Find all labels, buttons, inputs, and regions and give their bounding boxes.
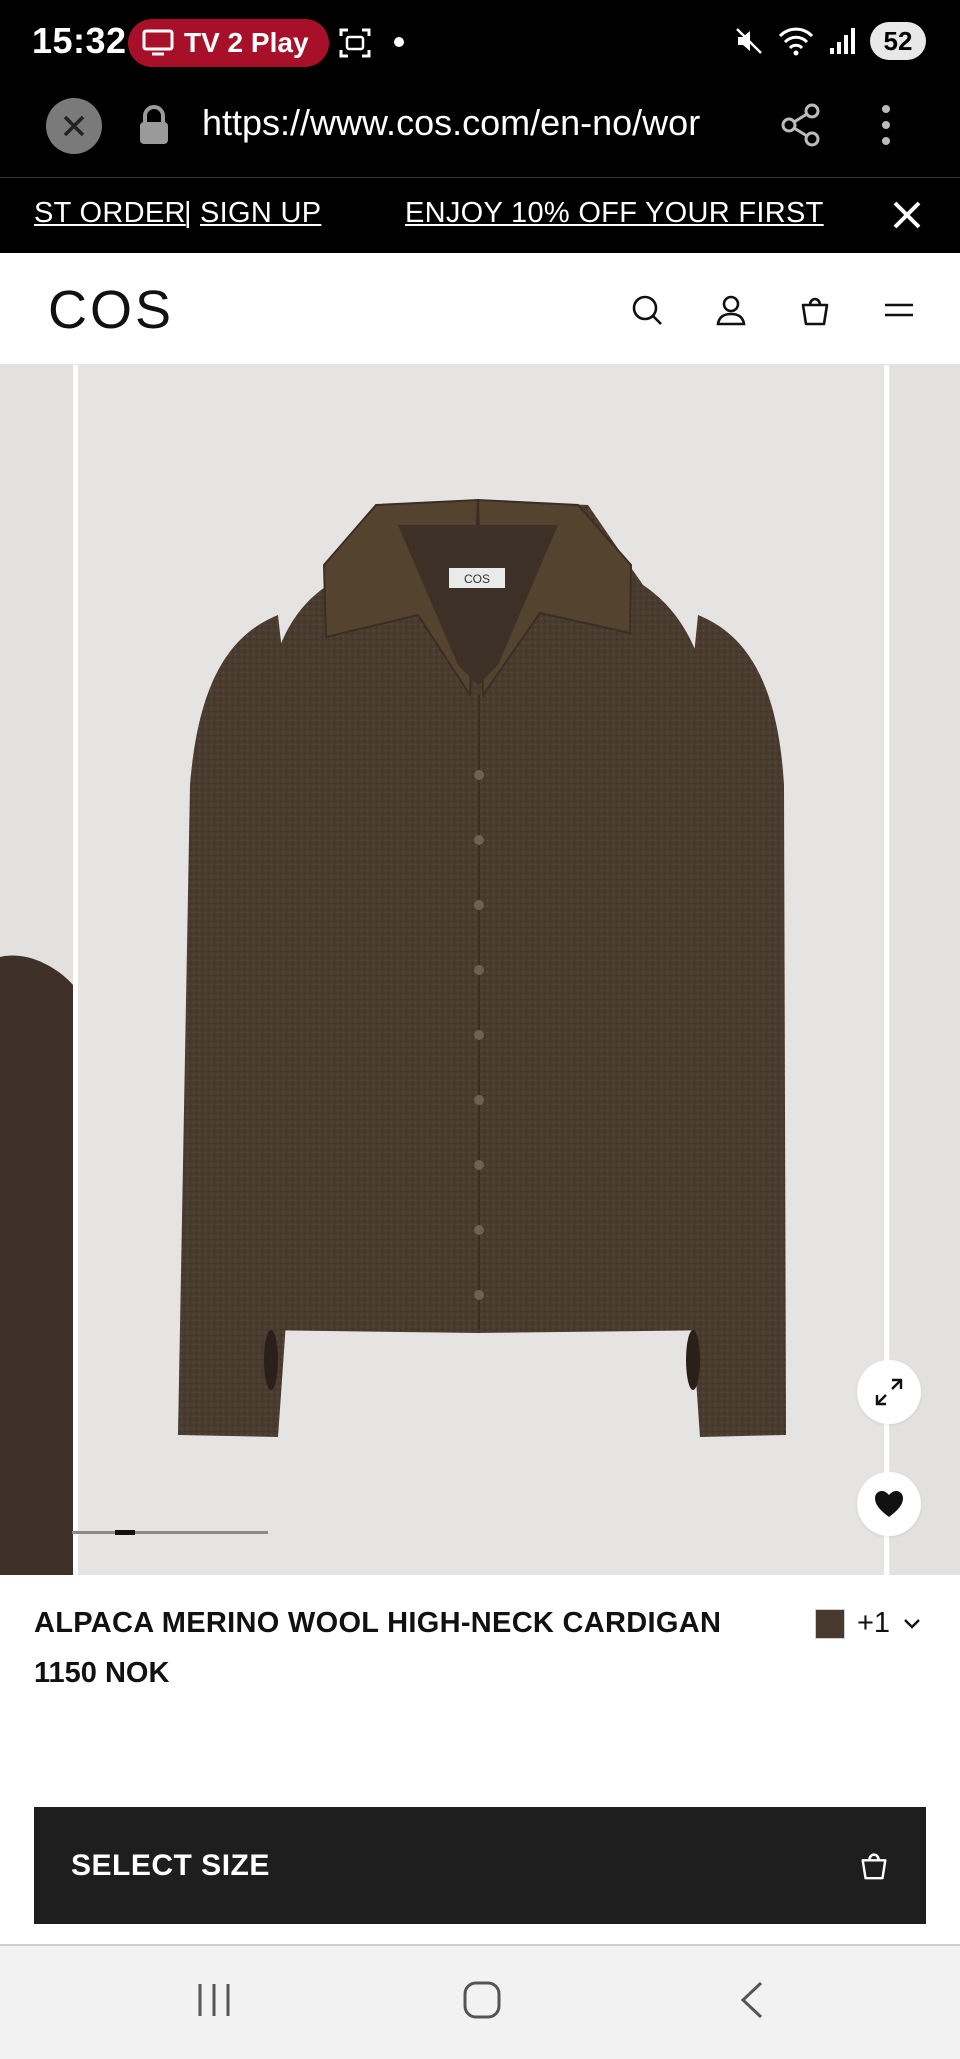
bag-icon[interactable] [798, 293, 832, 327]
chevron-down-icon[interactable] [902, 1617, 922, 1631]
wifi-icon [778, 27, 814, 56]
product-info: ALPACA MERINO WOOL HIGH-NECK CARDIGAN 11… [0, 1575, 960, 1775]
close-tab-button[interactable] [46, 98, 102, 154]
lock-icon[interactable] [136, 104, 172, 148]
gallery-progress-fill [115, 1530, 135, 1535]
previous-product-image [0, 955, 73, 1575]
status-time: 15:32 [32, 20, 127, 61]
promo-offer-link[interactable]: ENJOY 10% OFF YOUR FIRST [405, 197, 824, 230]
tv-icon [142, 29, 174, 56]
close-promo-icon[interactable] [890, 198, 924, 232]
mute-icon [736, 28, 762, 54]
select-size-button[interactable]: SELECT SIZE [34, 1807, 926, 1924]
promo-banner: ST ORDER | SIGN UP ENJOY 10% OFF YOUR FI… [0, 178, 960, 253]
recent-apps-icon[interactable] [194, 1980, 234, 2020]
product-name: ALPACA MERINO WOOL HIGH-NECK CARDIGAN [34, 1607, 722, 1639]
close-icon [63, 115, 85, 137]
previous-slide[interactable] [0, 365, 73, 1575]
color-swatch[interactable] [815, 1608, 845, 1639]
android-nav-bar [0, 1946, 960, 2059]
expand-image-button[interactable] [857, 1360, 921, 1424]
site-header: COS [0, 253, 960, 365]
color-selector[interactable]: +1 [815, 1607, 922, 1640]
add-to-bag-icon [861, 1853, 887, 1880]
promo-separator: | [184, 197, 192, 229]
url-text[interactable]: https://www.cos.com/en-no/wor [202, 102, 750, 144]
menu-icon[interactable] [882, 293, 916, 327]
wishlist-button[interactable] [857, 1472, 921, 1536]
account-icon[interactable] [714, 293, 748, 327]
main-slide[interactable]: COS [78, 365, 884, 1575]
promo-sign-up-link[interactable]: SIGN UP [200, 197, 321, 230]
product-price: 1150 NOK [34, 1657, 170, 1689]
status-bar: 15:32 TV 2 Play 52 [0, 0, 960, 82]
notification-dot [394, 37, 404, 47]
select-size-label: SELECT SIZE [71, 1849, 270, 1882]
more-vert-icon[interactable] [876, 102, 896, 148]
signal-icon [830, 28, 855, 54]
search-icon[interactable] [630, 293, 664, 327]
home-icon[interactable] [462, 1980, 502, 2020]
heart-icon [875, 1491, 903, 1517]
browser-url-bar: https://www.cos.com/en-no/wor [0, 82, 960, 178]
page-bottom-strip [0, 1924, 960, 1946]
cos-logo[interactable]: COS [48, 279, 174, 341]
gallery-progress-bar [72, 1530, 268, 1535]
back-icon[interactable] [735, 1980, 771, 2020]
tv-pill-label: TV 2 Play [184, 27, 309, 58]
expand-icon [875, 1378, 903, 1406]
battery-indicator: 52 [870, 22, 926, 60]
extra-colors-count: +1 [857, 1607, 891, 1639]
status-right: 52 [734, 22, 926, 60]
cardigan-image: COS [178, 498, 786, 1437]
promo-first-order-link[interactable]: ST ORDER [34, 197, 186, 230]
tv-2-play-pill[interactable]: TV 2 Play [128, 19, 329, 67]
product-gallery[interactable]: COS [0, 365, 960, 1575]
label-tag-text: COS [464, 572, 490, 586]
share-icon[interactable] [780, 102, 822, 148]
screenshot-icon [339, 28, 371, 58]
